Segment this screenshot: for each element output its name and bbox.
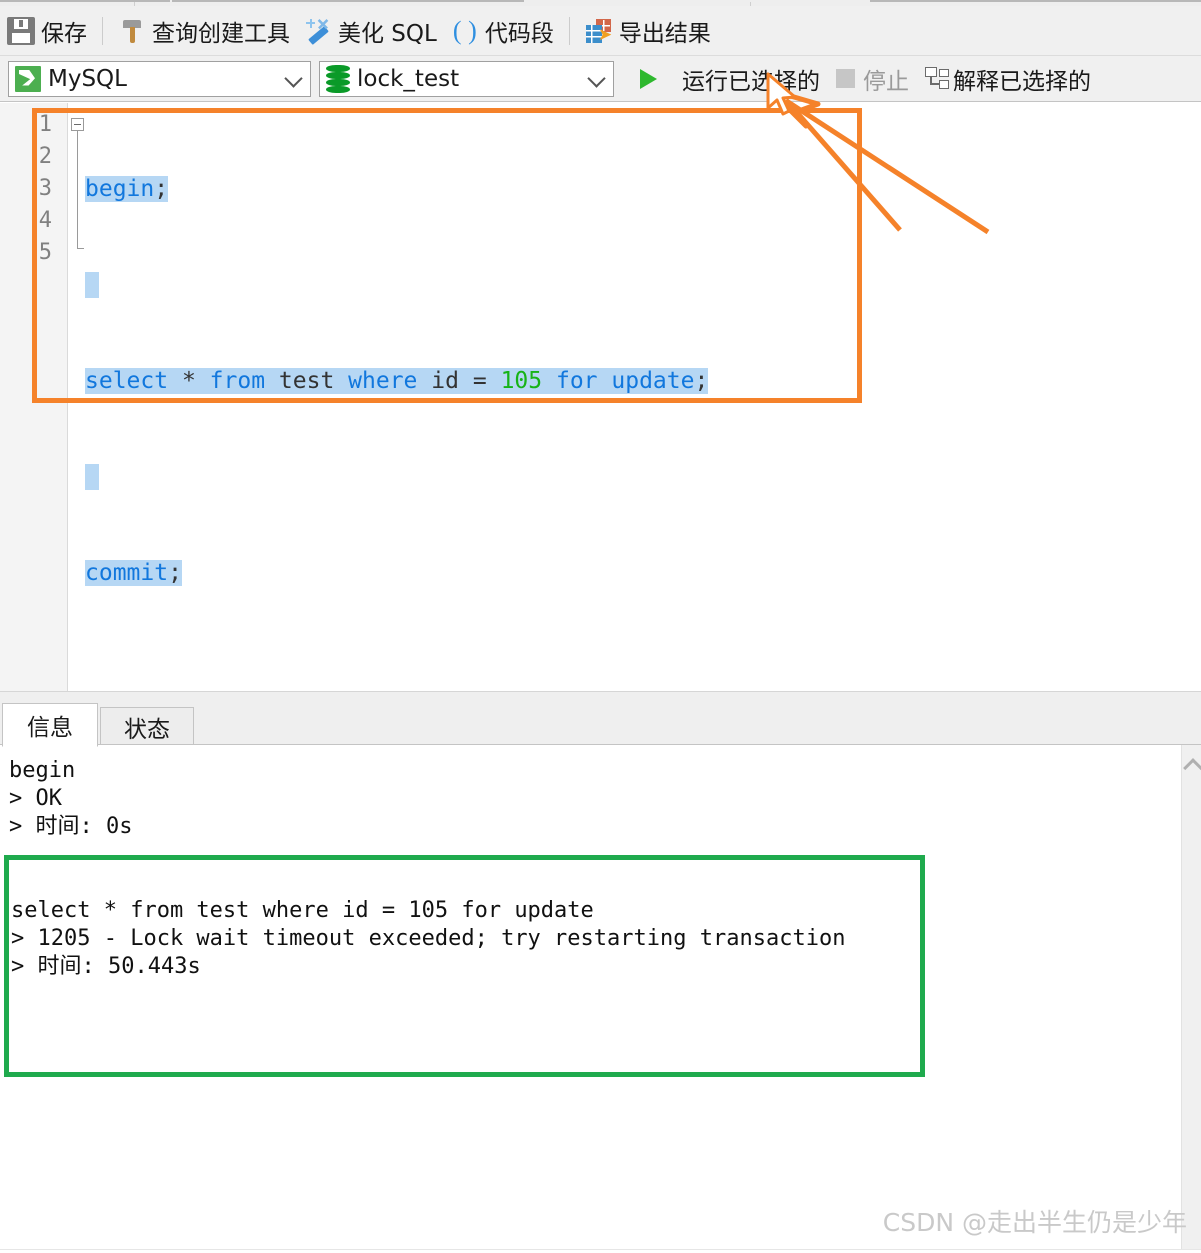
stop-square-icon	[836, 69, 855, 88]
code-fold-rail[interactable]	[70, 115, 86, 263]
mysql-dolphin-icon	[15, 65, 41, 92]
log-block-first: begin > OK > 时间: 0s	[9, 758, 133, 839]
stop-button[interactable]: 停止	[828, 59, 917, 99]
result-tabs: 信息 状态	[0, 701, 1201, 747]
tab-edge-2	[172, 0, 524, 2]
log-block-error: select * from test where id = 105 for up…	[11, 898, 846, 979]
fold-collapse-icon[interactable]	[71, 118, 84, 131]
hammer-icon	[118, 17, 146, 45]
tab-info[interactable]: 信息	[2, 703, 98, 747]
explain-selected-label: 解释已选择的	[953, 68, 1091, 95]
beautify-sql-button[interactable]: 美化 SQL	[297, 9, 444, 53]
sql-editor[interactable]: 1 2 3 4 5 begin; select * from test wher…	[0, 103, 1201, 691]
chevron-down-icon	[587, 68, 606, 88]
connection-select[interactable]: MySQL	[8, 60, 311, 97]
run-selected-button[interactable]: 运行已选择的	[632, 59, 828, 99]
code-snippet-button[interactable]: ( ) 代码段	[444, 9, 561, 53]
stop-label: 停止	[863, 68, 909, 95]
secondary-toolbar: MySQL lock_test 运行已选择的 停止 解释已选择的	[0, 56, 1201, 102]
database-cylinder-icon	[326, 64, 350, 93]
tab-info-label: 信息	[27, 715, 73, 741]
editor-code[interactable]: begin; select * from test where id = 105…	[85, 109, 709, 653]
wand-icon	[304, 17, 332, 45]
tab-edge-1	[0, 0, 170, 2]
code-line-1: begin;	[85, 176, 169, 202]
save-icon	[7, 16, 35, 45]
result-log-panel[interactable]: begin > OK > 时间: 0s	[0, 745, 1201, 1253]
line-number-column: 1 2 3 4 5	[0, 109, 52, 269]
line-number: 3	[38, 176, 52, 201]
line-number: 5	[38, 240, 52, 265]
watermark-text: CSDN @走出半生仍是少年	[882, 1208, 1187, 1237]
fold-guide-foot	[77, 248, 84, 249]
code-snippet-label: 代码段	[484, 20, 554, 47]
chevron-down-icon	[284, 68, 303, 88]
export-results-button[interactable]: ➤ 导出结果	[578, 9, 718, 53]
code-line-4	[85, 461, 708, 493]
play-icon	[640, 68, 674, 89]
scroll-up-icon[interactable]	[1183, 758, 1201, 778]
connection-select-value: MySQL	[48, 65, 127, 92]
tab-status-label: 状态	[124, 716, 170, 743]
database-select-value: lock_test	[357, 65, 460, 92]
beautify-sql-label: 美化 SQL	[338, 20, 437, 47]
save-button-label: 保存	[41, 20, 87, 47]
window-bottom-edge	[0, 1249, 1201, 1253]
result-scrollbar[interactable]	[1181, 745, 1201, 1253]
toolbar-separator-2	[568, 16, 570, 45]
query-builder-label: 查询创建工具	[152, 20, 290, 47]
explain-selected-button[interactable]: 解释已选择的	[917, 59, 1099, 99]
fold-guide-line	[77, 131, 78, 249]
database-select[interactable]: lock_test	[319, 60, 614, 97]
code-line-5: commit;	[85, 560, 182, 586]
explain-plan-icon	[925, 66, 951, 91]
line-number: 2	[38, 144, 52, 169]
code-line-3: select * from test where id = 105 for up…	[85, 368, 709, 394]
parentheses-icon: ( )	[452, 15, 477, 45]
save-button[interactable]: 保存	[0, 9, 94, 53]
code-line-2	[85, 269, 708, 301]
tab-edge-3	[870, 0, 1201, 2]
tab-status[interactable]: 状态	[100, 707, 194, 745]
query-builder-button[interactable]: 查询创建工具	[111, 9, 297, 53]
execution-controls: 运行已选择的 停止 解释已选择的	[632, 59, 1099, 99]
run-selected-label: 运行已选择的	[682, 68, 820, 95]
toolbar-separator-1	[102, 16, 103, 45]
line-number: 1	[38, 112, 52, 137]
line-number: 4	[38, 208, 52, 233]
export-icon: ➤	[585, 17, 613, 45]
export-results-label: 导出结果	[618, 20, 711, 47]
primary-toolbar: 保存 查询创建工具 美化 SQL ( ) 代码段 ➤ 导出结果	[0, 6, 1201, 56]
